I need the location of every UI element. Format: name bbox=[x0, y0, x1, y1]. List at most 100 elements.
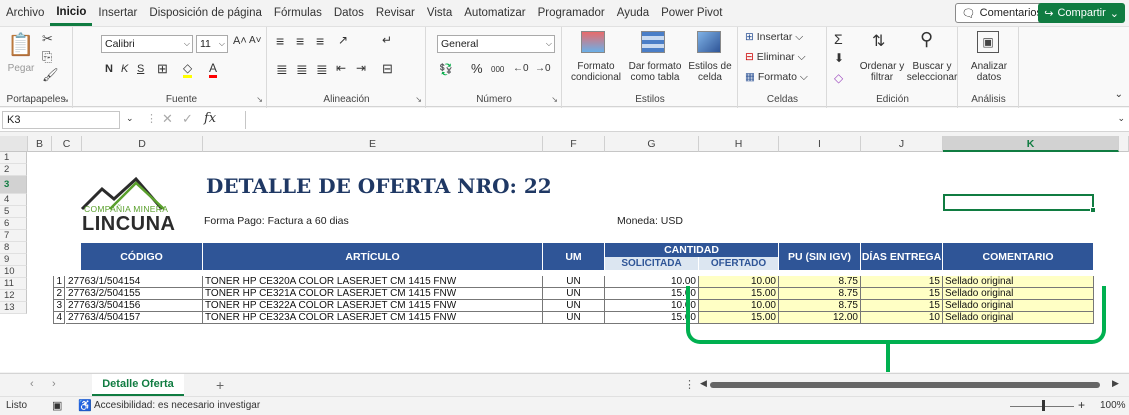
row-header-9[interactable]: 9 bbox=[0, 254, 27, 266]
column-header-d[interactable]: D bbox=[82, 136, 203, 152]
decrease-decimal-icon[interactable]: →0 bbox=[535, 63, 551, 74]
font-color-icon[interactable]: A bbox=[209, 61, 218, 78]
dialog-launcher-icon[interactable]: ↘ bbox=[551, 95, 558, 104]
dialog-launcher-icon[interactable]: ↘ bbox=[62, 95, 69, 104]
header-ofertado[interactable]: OFERTADO bbox=[699, 257, 779, 270]
column-header-h[interactable]: H bbox=[699, 136, 779, 152]
zoom-slider-thumb[interactable] bbox=[1042, 400, 1045, 411]
chevron-down-icon[interactable]: ⌄ bbox=[126, 113, 134, 124]
currency-icon[interactable]: 💱 bbox=[439, 63, 453, 76]
menu-vista[interactable]: Vista bbox=[421, 0, 458, 26]
cell-codigo[interactable]: 27763/1/504154 bbox=[66, 276, 203, 288]
bold-button[interactable]: N bbox=[105, 63, 113, 75]
cell-solicitada[interactable]: 15.00 bbox=[605, 312, 699, 324]
header-dias-entrega[interactable]: DÍAS ENTREGA bbox=[861, 243, 943, 270]
cell-solicitada[interactable]: 15.00 bbox=[605, 288, 699, 300]
row-header-10[interactable]: 10 bbox=[0, 266, 27, 278]
delete-cells-button[interactable]: ⊟ Eliminar ⌵ bbox=[745, 51, 806, 64]
thousands-button[interactable]: 000 bbox=[491, 65, 504, 74]
cell-articulo[interactable]: TONER HP CE320A COLOR LASERJET CM 1415 F… bbox=[203, 276, 543, 288]
underline-button[interactable]: S bbox=[137, 63, 144, 75]
cell-solicitada[interactable]: 10.00 bbox=[605, 300, 699, 312]
menu-automatizar[interactable]: Automatizar bbox=[458, 0, 531, 26]
menu-power-pivot[interactable]: Power Pivot bbox=[655, 0, 728, 26]
menu-f-rmulas[interactable]: Fórmulas bbox=[268, 0, 328, 26]
dialog-launcher-icon[interactable]: ↘ bbox=[256, 95, 263, 104]
row-header-8[interactable]: 8 bbox=[0, 242, 27, 254]
analyze-data-button[interactable]: Analizar datos bbox=[963, 61, 1015, 83]
column-header-e[interactable]: E bbox=[203, 136, 543, 152]
scroll-left-icon[interactable]: ◀ bbox=[700, 378, 707, 389]
fill-icon[interactable]: ⬇ bbox=[834, 51, 844, 65]
row-header-3[interactable]: 3 bbox=[0, 176, 27, 194]
align-center-icon[interactable]: ≣ bbox=[296, 61, 308, 78]
column-header-b[interactable]: B bbox=[28, 136, 52, 152]
clear-icon[interactable]: ◇ bbox=[834, 71, 843, 85]
row-header-2[interactable]: 2 bbox=[0, 164, 27, 176]
column-header-f[interactable]: F bbox=[543, 136, 605, 152]
align-middle-icon[interactable]: ≡ bbox=[296, 33, 304, 49]
orientation-icon[interactable]: ↗ bbox=[338, 33, 348, 47]
menu-ayuda[interactable]: Ayuda bbox=[611, 0, 655, 26]
format-painter-icon[interactable]: 🖌 bbox=[42, 67, 59, 83]
align-bottom-icon[interactable]: ≡ bbox=[316, 33, 324, 49]
formula-input[interactable] bbox=[245, 111, 1115, 129]
horizontal-scrollbar[interactable] bbox=[710, 382, 1100, 388]
cell-n[interactable]: 3 bbox=[53, 300, 65, 312]
font-family-select[interactable]: Calibri ⌵ bbox=[101, 35, 193, 53]
format-as-table-button[interactable]: Dar formato como tabla bbox=[627, 61, 683, 83]
prev-sheet-icon[interactable]: ‹ bbox=[30, 378, 34, 390]
header-codigo[interactable]: CÓDIGO bbox=[81, 243, 203, 270]
cell-codigo[interactable]: 27763/4/504157 bbox=[66, 312, 203, 324]
number-format-select[interactable]: General ⌵ bbox=[437, 35, 555, 53]
zoom-in-icon[interactable]: + bbox=[1078, 398, 1085, 412]
increase-indent-icon[interactable]: ⇥ bbox=[356, 61, 366, 75]
search-icon[interactable]: ⚲ bbox=[920, 29, 933, 50]
autosum-icon[interactable]: Σ bbox=[834, 31, 843, 47]
align-right-icon[interactable]: ≣ bbox=[316, 61, 328, 78]
row-header-1[interactable]: 1 bbox=[0, 152, 27, 164]
row-header-6[interactable]: 6 bbox=[0, 218, 27, 230]
font-size-select[interactable]: 11 ⌵ bbox=[196, 35, 228, 53]
insert-cells-button[interactable]: ⊞ Insertar ⌵ bbox=[745, 31, 803, 44]
cell-um[interactable]: UN bbox=[543, 300, 605, 312]
cell-articulo[interactable]: TONER HP CE321A COLOR LASERJET CM 1415 F… bbox=[203, 288, 543, 300]
cell-n[interactable]: 2 bbox=[53, 288, 65, 300]
align-left-icon[interactable]: ≣ bbox=[276, 61, 288, 78]
cell-styles-button[interactable]: Estilos de celda bbox=[687, 61, 733, 83]
column-header-i[interactable]: I bbox=[779, 136, 861, 152]
decrease-indent-icon[interactable]: ⇤ bbox=[336, 61, 346, 75]
menu-disposici-n-de-p-gina[interactable]: Disposición de página bbox=[143, 0, 268, 26]
wrap-text-icon[interactable]: ↵ bbox=[382, 33, 392, 47]
header-pu[interactable]: PU (SIN IGV) bbox=[779, 243, 861, 270]
paste-icon[interactable]: 📋 bbox=[7, 31, 34, 59]
expand-formula-icon[interactable]: ⌄ bbox=[1117, 113, 1125, 124]
find-select-button[interactable]: Buscar y seleccionar bbox=[906, 61, 958, 83]
shrink-font-icon[interactable]: A˅ bbox=[249, 35, 262, 46]
macro-icon[interactable]: ▣ bbox=[52, 399, 62, 412]
fill-color-icon[interactable]: ◇ bbox=[183, 61, 193, 78]
borders-icon[interactable]: ⊞ bbox=[157, 61, 168, 77]
sort-filter-icon[interactable]: ⇅ bbox=[872, 31, 885, 51]
conditional-format-button[interactable]: Formato condicional bbox=[561, 61, 631, 83]
merge-center-icon[interactable]: ⊟ bbox=[382, 61, 393, 77]
select-all-corner[interactable] bbox=[0, 136, 28, 152]
cell-solicitada[interactable]: 10.00 bbox=[605, 276, 699, 288]
cut-icon[interactable]: ✂ bbox=[42, 31, 53, 47]
menu-archivo[interactable]: Archivo bbox=[0, 0, 50, 26]
zoom-level[interactable]: 100% bbox=[1100, 400, 1126, 411]
cell-articulo[interactable]: TONER HP CE322A COLOR LASERJET CM 1415 F… bbox=[203, 300, 543, 312]
row-header-11[interactable]: 11 bbox=[0, 278, 27, 290]
row-header-4[interactable]: 4 bbox=[0, 194, 27, 206]
add-sheet-icon[interactable]: + bbox=[216, 377, 224, 393]
header-um[interactable]: UM bbox=[543, 243, 605, 270]
column-header-g[interactable]: G bbox=[605, 136, 699, 152]
cell-n[interactable]: 4 bbox=[53, 312, 65, 324]
accessibility-status[interactable]: Accesibilidad: es necesario investigar bbox=[94, 400, 260, 411]
selected-cell-k3[interactable] bbox=[943, 194, 1096, 213]
row-header-13[interactable]: 13 bbox=[0, 302, 27, 314]
row-header-7[interactable]: 7 bbox=[0, 230, 27, 242]
collapse-ribbon-icon[interactable]: ⌄ bbox=[1115, 89, 1123, 100]
cell-um[interactable]: UN bbox=[543, 276, 605, 288]
header-comentario[interactable]: COMENTARIO bbox=[943, 243, 1094, 270]
